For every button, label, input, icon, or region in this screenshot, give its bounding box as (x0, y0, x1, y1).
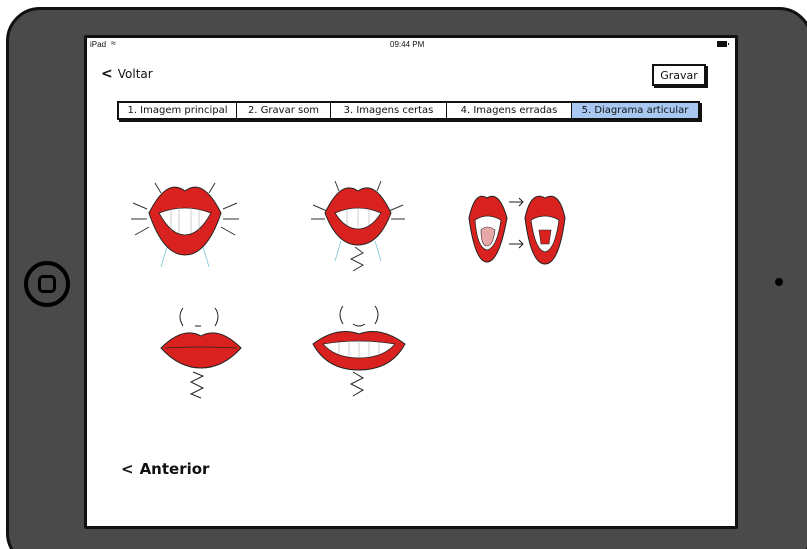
camera-dot (775, 278, 783, 286)
status-bar: iPad ≈ 09:44 PM (87, 38, 735, 52)
record-button[interactable]: Gravar (652, 64, 706, 86)
tab-articulatory-diagram[interactable]: 5. Diagrama articular (572, 103, 698, 118)
previous-label: Anterior (139, 460, 210, 478)
home-button-icon[interactable] (24, 261, 70, 307)
tab-correct-images[interactable]: 3. Imagens certas (331, 103, 447, 118)
articulation-image-3 (465, 168, 569, 276)
tab-main-image[interactable]: 1. Imagem principal (119, 103, 237, 118)
carrier-label: iPad (90, 40, 107, 49)
previous-button[interactable]: < Anterior (121, 460, 209, 478)
battery-icon (717, 41, 729, 47)
status-time: 09:44 PM (390, 40, 425, 49)
wifi-icon: ≈ (111, 38, 116, 48)
tab-record-sound[interactable]: 2. Gravar som (237, 103, 331, 118)
back-button[interactable]: < Voltar (101, 67, 153, 81)
back-label: Voltar (117, 67, 153, 81)
articulation-image-4 (143, 296, 259, 408)
tab-bar: 1. Imagem principal 2. Gravar som 3. Ima… (117, 101, 700, 120)
articulation-image-1 (127, 163, 243, 275)
screen: iPad ≈ 09:44 PM < Voltar Gravar 1. Image… (84, 35, 738, 529)
tab-wrong-images[interactable]: 4. Imagens erradas (447, 103, 572, 118)
chevron-left-icon: < (101, 66, 113, 82)
articulation-image-5 (305, 296, 413, 410)
chevron-left-icon: < (121, 460, 134, 478)
articulation-image-2 (305, 163, 411, 275)
